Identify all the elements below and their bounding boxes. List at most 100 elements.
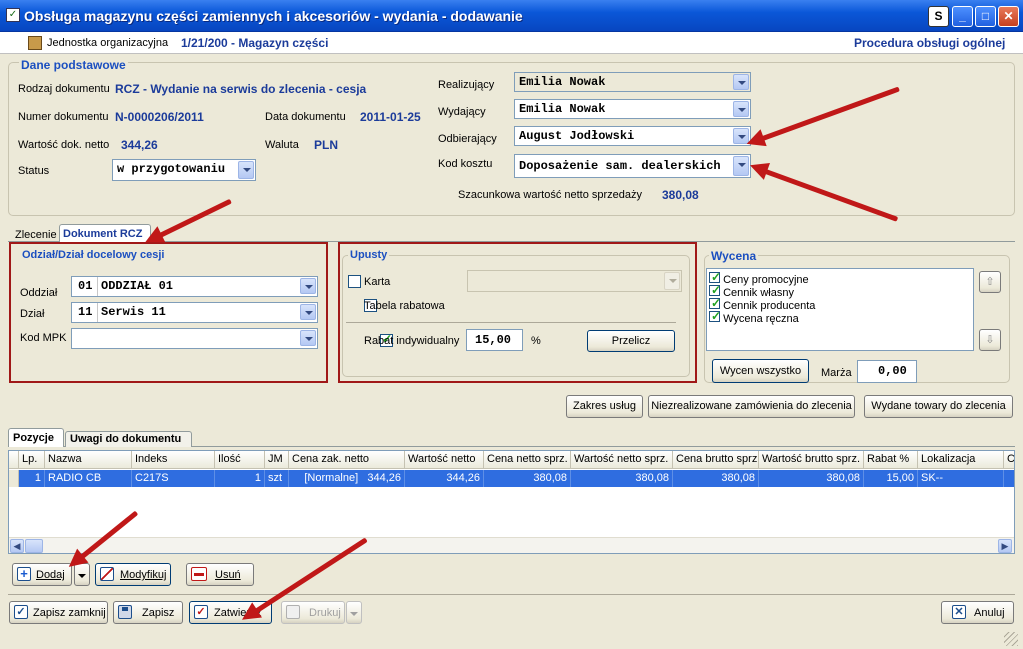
tab-uwagi[interactable]: Uwagi do dokumentu <box>65 431 192 447</box>
s-button[interactable]: S <box>928 6 949 27</box>
column-header[interactable]: Lokalizacja <box>918 451 1004 469</box>
column-header[interactable]: Nazwa <box>45 451 132 469</box>
rabat-input[interactable]: 15,00 <box>466 329 523 351</box>
zapisz-zamknij-button[interactable]: ✓ Zapisz zamknij <box>9 601 108 624</box>
org-label: Jednostka organizacyjna <box>47 37 169 49</box>
maximize-icon[interactable]: □ <box>975 6 996 27</box>
chevron-down-icon[interactable] <box>733 74 749 90</box>
minimize-icon[interactable]: _ <box>952 6 973 27</box>
move-up-icon[interactable]: ⇧ <box>979 271 1001 293</box>
cell-ce <box>1004 470 1014 487</box>
column-header[interactable]: Lp. <box>19 451 45 469</box>
data-value: 2011-01-25 <box>360 110 421 124</box>
wycena-item[interactable]: Ceny promocyjne <box>709 270 809 286</box>
confirm-check-icon: ✓ <box>194 605 208 619</box>
drukuj-dropdown[interactable] <box>346 601 362 624</box>
horizontal-scrollbar[interactable]: ◀ ▶ <box>9 537 1014 553</box>
chevron-down-icon <box>350 612 358 616</box>
wydajacy-select[interactable]: Emilia Nowak <box>514 99 751 119</box>
odbierajacy-label: Odbierający <box>438 133 497 145</box>
przelicz-button[interactable]: Przelicz <box>587 330 675 352</box>
karta-select[interactable] <box>467 270 682 292</box>
scroll-thumb[interactable] <box>25 539 43 553</box>
drukuj-button[interactable]: Drukuj <box>281 601 345 624</box>
positions-grid[interactable]: Lp. Nazwa Indeks Ilość JM Cena zak. nett… <box>8 450 1015 554</box>
move-down-icon[interactable]: ⇩ <box>979 329 1001 351</box>
oddzial-select[interactable]: 01 ODDZIAŁ 01 <box>71 276 318 297</box>
column-header[interactable]: Ilość <box>215 451 265 469</box>
column-header[interactable]: Cena netto sprz. <box>484 451 571 469</box>
wycena-item[interactable]: Cennik producenta <box>709 296 815 312</box>
chevron-down-icon[interactable] <box>733 101 749 117</box>
window-title: Obsługa magazynu części zamiennych i akc… <box>24 8 523 24</box>
dodaj-button[interactable]: + Dodaj <box>12 563 72 586</box>
scroll-left-icon[interactable]: ◀ <box>10 539 24 553</box>
close-icon[interactable]: ✕ <box>998 6 1019 27</box>
chevron-down-icon[interactable] <box>238 161 254 179</box>
drukuj-label: Drukuj <box>309 607 341 619</box>
waluta-value: PLN <box>314 138 338 152</box>
app-icon: ✓ <box>6 8 20 22</box>
chevron-down-icon[interactable] <box>664 272 680 290</box>
dzial-code: 11 <box>78 305 93 319</box>
modyfikuj-button[interactable]: Modyfikuj <box>95 563 171 586</box>
wycena-list[interactable]: Ceny promocyjne Cennik własny Cennik pro… <box>706 268 974 351</box>
column-header[interactable]: Cena brutto sprz. <box>673 451 759 469</box>
cell-nazwa: RADIO CB <box>45 470 132 487</box>
mpk-select[interactable] <box>71 328 318 349</box>
usun-button[interactable]: Usuń <box>186 563 254 586</box>
percent-label: % <box>531 335 541 347</box>
wycena-item[interactable]: Wycena ręczna <box>709 309 799 325</box>
column-header[interactable]: Cena zak. netto <box>289 451 405 469</box>
column-header[interactable]: Indeks <box>132 451 215 469</box>
bottom-divider <box>8 594 1015 595</box>
niezrealizowane-button[interactable]: Niezrealizowane zamówienia do zlecenia <box>648 395 855 418</box>
org-bar: Jednostka organizacyjna 1/21/200 - Magaz… <box>0 32 1023 54</box>
column-header[interactable]: Ce <box>1004 451 1014 469</box>
wydane-towary-button[interactable]: Wydane towary do zlecenia <box>864 395 1013 418</box>
dzial-select[interactable]: 11 Serwis 11 <box>71 302 318 323</box>
chevron-down-icon[interactable] <box>300 330 316 346</box>
dzial-label: Dział <box>20 308 45 320</box>
cell-wartosc-brutto-sprz: 380,08 <box>759 470 864 487</box>
column-header[interactable]: Wartość netto <box>405 451 484 469</box>
realizujacy-label: Realizujący <box>438 79 495 91</box>
wycena-item[interactable]: Cennik własny <box>709 283 794 299</box>
column-header[interactable]: JM <box>265 451 289 469</box>
zapisz-label: Zapisz <box>142 607 175 619</box>
tab-pozycje[interactable]: Pozycje <box>8 428 64 447</box>
zapisz-button[interactable]: Zapisz <box>113 601 183 624</box>
column-header[interactable]: Rabat % <box>864 451 918 469</box>
chevron-down-icon[interactable] <box>300 304 316 320</box>
waluta-label: Waluta <box>265 139 299 151</box>
scroll-right-icon[interactable]: ▶ <box>998 539 1012 553</box>
data-label: Data dokumentu <box>265 111 346 123</box>
dzial-name: Serwis 11 <box>101 305 166 319</box>
status-value: w przygotowaniu <box>117 162 226 176</box>
title-bar[interactable]: ✓ Obsługa magazynu części zamiennych i a… <box>0 0 1023 32</box>
anuluj-button[interactable]: ✕ Anuluj <box>941 601 1014 624</box>
cell-jm: szt <box>265 470 289 487</box>
tab-dokument-rcz[interactable]: Dokument RCZ <box>59 224 151 242</box>
marza-label: Marża <box>821 367 852 379</box>
oddzial-divider <box>97 277 98 296</box>
cell-ilosc: 1 <box>215 470 265 487</box>
zakres-uslug-button[interactable]: Zakres usług <box>566 395 643 418</box>
chevron-down-icon[interactable] <box>300 278 316 294</box>
upusty-divider <box>346 322 676 323</box>
anuluj-label: Anuluj <box>974 607 1005 619</box>
kod-kosztu-select[interactable]: Doposażenie sam. dealerskich <box>514 154 751 178</box>
realizujacy-select[interactable]: Emilia Nowak <box>514 72 751 92</box>
karta-checkbox[interactable] <box>348 275 361 288</box>
remove-icon <box>191 567 207 581</box>
status-select[interactable]: w przygotowaniu <box>112 159 256 181</box>
resize-grip-icon[interactable] <box>1004 632 1018 646</box>
column-header[interactable]: Wartość brutto sprz. <box>759 451 864 469</box>
cell-cena-zak: [Normalne] 344,26 <box>289 470 405 487</box>
wycen-wszystko-button[interactable]: Wycen wszystko <box>712 359 809 383</box>
tab-zlecenie[interactable]: Zlecenie <box>15 229 57 241</box>
tabela-label: Tabela rabatowa <box>364 300 445 312</box>
odbierajacy-select[interactable]: August Jodłowski <box>514 126 751 146</box>
marza-input[interactable]: 0,00 <box>857 360 917 383</box>
column-header[interactable]: Wartość netto sprz. <box>571 451 673 469</box>
